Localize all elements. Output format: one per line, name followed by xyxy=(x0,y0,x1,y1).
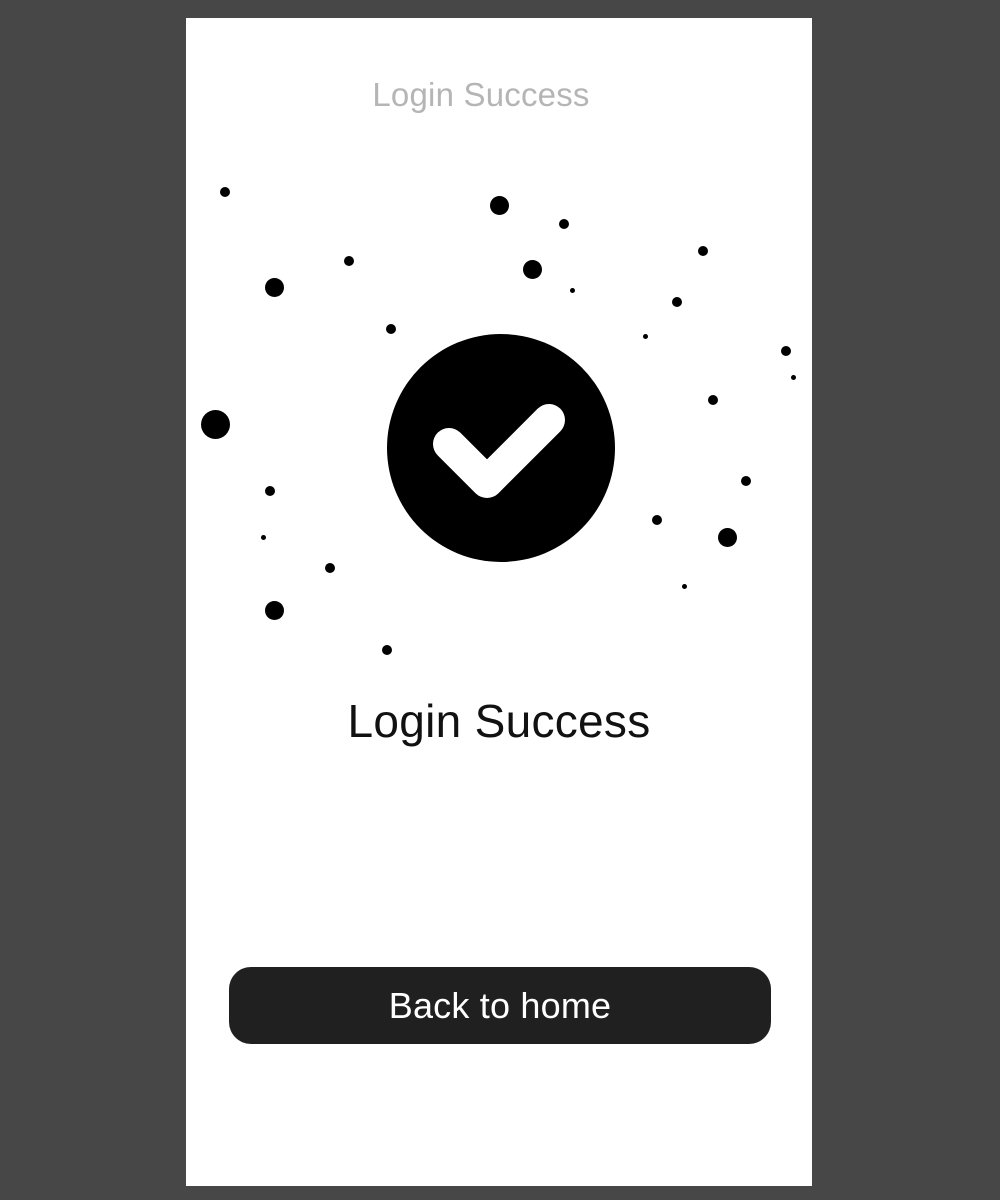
confetti-dot xyxy=(386,324,396,334)
confetti-dot xyxy=(643,334,648,339)
confetti-dot xyxy=(682,584,687,589)
confetti-dot xyxy=(708,395,718,405)
confetti-dot xyxy=(201,410,230,439)
check-circle-icon xyxy=(387,334,615,562)
confetti-dot xyxy=(781,346,791,356)
confetti-dot xyxy=(344,256,354,266)
checkmark-icon xyxy=(433,404,565,498)
confetti-dot xyxy=(382,645,392,655)
confetti-dot xyxy=(559,219,569,229)
confetti-dot xyxy=(741,476,751,486)
confetti-dot xyxy=(523,260,542,279)
confetti-dot xyxy=(220,187,230,197)
confetti-dot xyxy=(265,486,275,496)
page-title: Login Success xyxy=(347,695,651,747)
back-to-home-button[interactable]: Back to home xyxy=(229,967,771,1044)
confetti-dot xyxy=(325,563,335,573)
confetti-dot xyxy=(265,278,284,297)
login-success-screen: Login Success Login Success Back to home xyxy=(186,18,812,1186)
confetti-dot xyxy=(698,246,708,256)
confetti-dot xyxy=(570,288,575,293)
confetti-dot xyxy=(672,297,682,307)
confetti-dot xyxy=(652,515,662,525)
confetti-dot xyxy=(265,601,284,620)
confetti-dot xyxy=(791,375,796,380)
confetti-dot xyxy=(490,196,509,215)
confetti-dot xyxy=(261,535,266,540)
confetti-dot xyxy=(718,528,737,547)
